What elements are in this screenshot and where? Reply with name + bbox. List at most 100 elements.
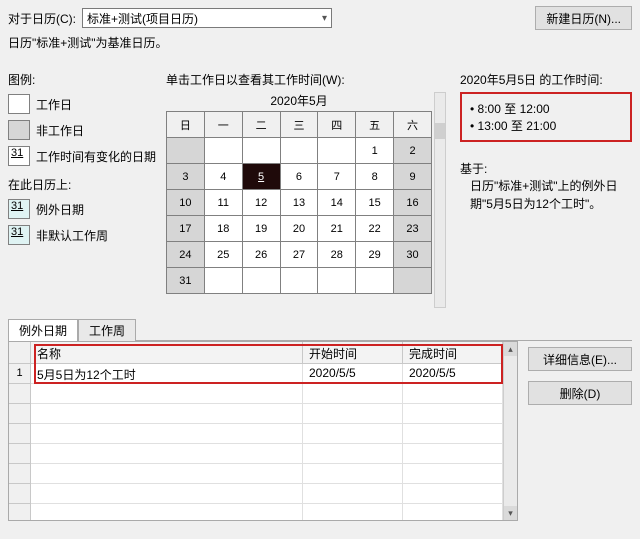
- legend-nondefault: 非默认工作周: [36, 227, 108, 244]
- cell-start[interactable]: [303, 504, 403, 521]
- cell-start[interactable]: [303, 424, 403, 443]
- col-start[interactable]: 开始时间: [303, 342, 403, 363]
- calendar-cell[interactable]: 3: [167, 164, 205, 190]
- calendar-cell[interactable]: 13: [280, 190, 318, 216]
- table-row[interactable]: [31, 504, 503, 521]
- col-end[interactable]: 完成时间: [403, 342, 503, 363]
- table-row[interactable]: [31, 484, 503, 504]
- calendar-cell[interactable]: 9: [394, 164, 432, 190]
- swatch-changed-icon: 31: [8, 146, 30, 166]
- calendar-cell[interactable]: 17: [167, 216, 205, 242]
- calendar-cell[interactable]: 29: [356, 242, 394, 268]
- calendar-dow: 三: [280, 112, 318, 138]
- swatch-nonworkday: [8, 120, 30, 140]
- calendar-cell[interactable]: 26: [242, 242, 280, 268]
- calendar-cell[interactable]: 12: [242, 190, 280, 216]
- calendar-cell[interactable]: 8: [356, 164, 394, 190]
- calendar-select[interactable]: 标准+测试(项目日历) ▾: [82, 8, 332, 28]
- table-row[interactable]: 5月5日为12个工时2020/5/52020/5/5: [31, 364, 503, 384]
- cell-end[interactable]: 2020/5/5: [403, 364, 503, 383]
- scroll-down-icon[interactable]: ▾: [504, 506, 517, 520]
- calendar-dow: 一: [204, 112, 242, 138]
- scrollbar-thumb[interactable]: [435, 123, 445, 139]
- cell-name[interactable]: [31, 384, 303, 403]
- cell-start[interactable]: [303, 384, 403, 403]
- scroll-up-icon[interactable]: ▴: [504, 342, 517, 356]
- row-number[interactable]: [9, 404, 30, 424]
- row-number[interactable]: [9, 484, 30, 504]
- table-row[interactable]: [31, 464, 503, 484]
- calendar-cell[interactable]: 31: [167, 268, 205, 294]
- cell-end[interactable]: [403, 404, 503, 423]
- calendar-cell[interactable]: 22: [356, 216, 394, 242]
- for-calendar-label: 对于日历(C):: [8, 10, 76, 27]
- col-name[interactable]: 名称: [31, 342, 303, 363]
- calendar-cell[interactable]: 7: [318, 164, 356, 190]
- cell-end[interactable]: [403, 384, 503, 403]
- calendar-cell: [394, 268, 432, 294]
- cell-name[interactable]: [31, 464, 303, 483]
- row-number[interactable]: 1: [9, 364, 30, 384]
- calendar-cell[interactable]: 1: [356, 138, 394, 164]
- calendar-cell[interactable]: 11: [204, 190, 242, 216]
- tab-workweeks[interactable]: 工作周: [78, 319, 136, 341]
- cell-name[interactable]: [31, 404, 303, 423]
- cell-end[interactable]: [403, 464, 503, 483]
- calendar-selected-value: 标准+测试(项目日历): [87, 10, 198, 27]
- tab-exceptions[interactable]: 例外日期: [8, 319, 78, 341]
- new-calendar-button[interactable]: 新建日历(N)...: [535, 6, 632, 30]
- row-number[interactable]: [9, 424, 30, 444]
- row-number[interactable]: [9, 464, 30, 484]
- calendar-grid[interactable]: 日一二三四五六 12345678910111213141516171819202…: [166, 111, 432, 294]
- calendar-cell[interactable]: 2: [394, 138, 432, 164]
- cell-end[interactable]: [403, 484, 503, 503]
- grid-scrollbar[interactable]: ▴ ▾: [503, 342, 517, 520]
- exception-grid[interactable]: 1 名称 开始时间 完成时间 5月5日为12个工时2020/5/52020/5/…: [8, 341, 518, 521]
- calendar-cell[interactable]: 4: [204, 164, 242, 190]
- row-number[interactable]: [9, 444, 30, 464]
- cell-name[interactable]: 5月5日为12个工时: [31, 364, 303, 383]
- calendar-cell[interactable]: 5: [242, 164, 280, 190]
- calendar-cell[interactable]: 10: [167, 190, 205, 216]
- calendar-cell[interactable]: 15: [356, 190, 394, 216]
- cell-end[interactable]: [403, 504, 503, 521]
- cell-start[interactable]: [303, 444, 403, 463]
- row-number[interactable]: [9, 384, 30, 404]
- calendar-cell[interactable]: 27: [280, 242, 318, 268]
- cell-start[interactable]: [303, 464, 403, 483]
- cell-start[interactable]: [303, 484, 403, 503]
- cell-end[interactable]: [403, 444, 503, 463]
- calendar-cell[interactable]: 24: [167, 242, 205, 268]
- cell-name[interactable]: [31, 424, 303, 443]
- calendar-dow: 五: [356, 112, 394, 138]
- details-button[interactable]: 详细信息(E)...: [528, 347, 632, 371]
- cell-start[interactable]: [303, 404, 403, 423]
- delete-button[interactable]: 删除(D): [528, 381, 632, 405]
- table-row[interactable]: [31, 444, 503, 464]
- table-row[interactable]: [31, 384, 503, 404]
- calendar-cell[interactable]: 14: [318, 190, 356, 216]
- table-row[interactable]: [31, 404, 503, 424]
- calendar-cell[interactable]: 18: [204, 216, 242, 242]
- calendar-scrollbar[interactable]: [434, 92, 446, 308]
- calendar-cell[interactable]: 30: [394, 242, 432, 268]
- calendar-cell[interactable]: 6: [280, 164, 318, 190]
- cell-name[interactable]: [31, 484, 303, 503]
- table-row[interactable]: [31, 424, 503, 444]
- calendar-cell[interactable]: 28: [318, 242, 356, 268]
- calendar-dow: 四: [318, 112, 356, 138]
- calendar-cell[interactable]: 20: [280, 216, 318, 242]
- cell-name[interactable]: [31, 444, 303, 463]
- cell-name[interactable]: [31, 504, 303, 521]
- legend-title: 图例:: [8, 71, 158, 88]
- calendar-cell[interactable]: 23: [394, 216, 432, 242]
- cell-start[interactable]: 2020/5/5: [303, 364, 403, 383]
- cell-end[interactable]: [403, 424, 503, 443]
- calendar-cell[interactable]: 21: [318, 216, 356, 242]
- calendar-cell: [318, 268, 356, 294]
- row-number[interactable]: [9, 504, 30, 521]
- calendar-cell[interactable]: 16: [394, 190, 432, 216]
- calendar-cell[interactable]: 19: [242, 216, 280, 242]
- calendar-cell[interactable]: 25: [204, 242, 242, 268]
- calendar-cell: [280, 268, 318, 294]
